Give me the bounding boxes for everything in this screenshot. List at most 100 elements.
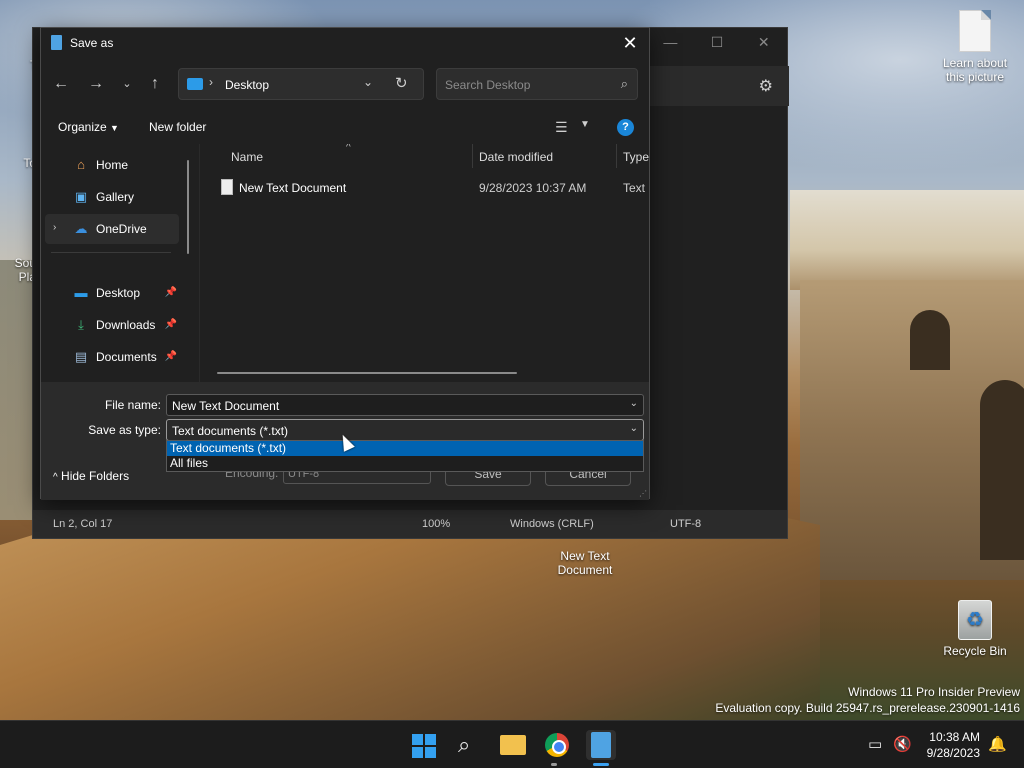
gear-icon[interactable]: ⚙ [759,76,773,96]
desktop-icon-partial[interactable]: To [0,156,36,170]
refresh-icon[interactable]: ↻ [395,74,408,92]
desktop-icon-label: Recycle Bin [943,644,1007,658]
address-bar[interactable]: › Desktop ⌄ ↻ [178,68,424,100]
nav-divider [51,252,171,253]
window-caption-buttons: — ☐ ✕ [647,28,787,58]
search-icon[interactable]: ⌕ [458,732,470,758]
desktop-icon-label: Learn about this picture [942,56,1008,84]
file-row[interactable]: New Text Document 9/28/2023 10:37 AM Tex… [215,176,649,200]
pin-icon: 📌 [164,287,177,298]
file-name-value: New Text Document [172,399,280,413]
system-clock[interactable]: 10:38 AM 9/28/2023 [916,729,980,761]
close-icon[interactable]: ✕ [619,32,641,54]
desktop-icon-partial[interactable]: Sou Pla [0,256,36,284]
save-as-dialog: Save as ✕ ← → ⌄ ↑ › Desktop ⌄ ↻ Search D… [40,27,650,500]
wallpaper-bridge [800,280,1024,580]
chevron-down-icon[interactable]: ▼ [580,119,590,130]
file-icon [959,10,991,52]
desktop-icon: ▬ [74,285,88,300]
search-placeholder: Search Desktop [445,78,531,92]
running-indicator [551,763,557,766]
notepad-icon [51,35,62,50]
close-button[interactable]: ✕ [740,28,787,58]
bridge-arch [910,310,950,370]
column-divider[interactable] [472,144,473,168]
desktop-icon-new-text-document[interactable]: New Text Document [548,549,622,577]
nav-item-home[interactable]: ⌂ Home [45,150,179,180]
chevron-up-icon: ^ [53,472,58,483]
nav-pane-scrollbar[interactable] [187,160,189,254]
chevron-right-icon[interactable]: › [53,222,56,233]
status-line-ending: Windows (CRLF) [510,518,594,530]
maximize-button[interactable]: ☐ [694,28,741,58]
notepad-icon[interactable] [591,732,611,758]
resize-grip-icon[interactable]: ⋰ [639,489,647,498]
recent-locations-chevron-icon[interactable]: ⌄ [116,72,138,96]
save-type-select[interactable]: Text documents (*.txt) ⌄ [166,419,644,441]
notification-bell-icon[interactable]: 🔔 [988,735,1007,753]
volume-muted-icon[interactable]: 🔇 [893,735,912,753]
search-input[interactable]: Search Desktop ⌕ [436,68,638,100]
dropdown-option[interactable]: All files [167,456,643,471]
help-icon[interactable]: ? [617,119,634,136]
document-icon: ▤ [74,349,88,364]
pin-icon: 📌 [164,319,177,330]
dialog-title: Save as [70,36,114,50]
file-name-label: File name: [104,398,161,412]
pane-divider[interactable] [199,144,200,382]
column-divider[interactable] [616,144,617,168]
chrome-icon[interactable] [545,733,569,757]
file-name-field[interactable]: New Text Document ⌄ [166,394,644,416]
desktop-icon-learn[interactable]: Learn about this picture [938,10,1012,84]
nav-item-onedrive[interactable]: › ☁ OneDrive [45,214,179,244]
recycle-bin-icon: ♻ [958,600,992,640]
wallpaper-town [790,190,1024,290]
command-bar: Organize ▼ New folder ☰ ▼ [41,112,649,142]
watermark-line: Windows 11 Pro Insider Preview [848,685,1020,699]
status-zoom: 100% [422,518,451,530]
nav-item-downloads[interactable]: ⤓ Downloads 📌 [45,310,179,340]
breadcrumb-separator-icon: › [209,75,213,89]
file-explorer-icon[interactable] [500,735,526,755]
taskbar: ⌕ ▭ 🔇 10:38 AM 9/28/2023 🔔 [0,720,1024,768]
clock-time: 10:38 AM [929,730,980,744]
desktop-icon-label: New Text Document [557,549,613,577]
nav-item-desktop[interactable]: ▬ Desktop 📌 [45,278,179,308]
address-dropdown-chevron-icon[interactable]: ⌄ [363,75,373,89]
cloud-icon: ☁ [74,221,88,236]
nav-item-label: Desktop [96,286,141,300]
nav-item-label: OneDrive [96,222,147,236]
back-arrow-icon[interactable]: ← [50,72,72,96]
new-folder-button[interactable]: New folder [149,120,206,134]
chevron-down-icon[interactable]: ⌄ [630,398,638,409]
network-icon[interactable]: ▭ [868,735,882,753]
organize-button[interactable]: Organize ▼ [58,120,119,134]
breadcrumb-location[interactable]: Desktop [225,78,269,92]
column-header-date[interactable]: Date modified [479,150,553,164]
chevron-down-icon: ▼ [110,123,119,133]
status-encoding: UTF-8 [670,518,702,530]
view-options-icon[interactable]: ☰ [555,119,568,136]
start-icon[interactable] [412,734,436,758]
file-name: New Text Document [239,181,347,195]
chevron-down-icon[interactable]: ⌄ [630,423,638,434]
watermark-line: Evaluation copy. Build 25947.rs_prerelea… [715,701,1020,715]
download-icon: ⤓ [78,317,84,332]
organize-label: Organize [58,120,107,134]
horizontal-scrollbar[interactable] [217,372,517,374]
dropdown-option[interactable]: Text documents (*.txt) [167,441,643,456]
bridge-arch [980,380,1024,560]
sort-ascending-icon: ^ [346,144,351,153]
nav-item-gallery[interactable]: ▣ Gallery [45,182,179,212]
hide-folders-button[interactable]: ^ Hide Folders [53,469,129,483]
nav-item-documents[interactable]: ▤ Documents 📌 [45,342,179,372]
column-header-type[interactable]: Type [623,150,649,164]
minimize-button[interactable]: — [647,28,694,58]
forward-arrow-icon[interactable]: → [85,72,107,96]
desktop-folder-icon [187,78,203,90]
desktop-icon-recycle-bin[interactable]: ♻ Recycle Bin [938,600,1012,658]
up-arrow-icon[interactable]: ↑ [144,72,166,96]
column-header-name[interactable]: Name [231,150,263,164]
navigation-bar: ← → ⌄ ↑ › Desktop ⌄ ↻ Search Desktop ⌕ [41,66,649,102]
nav-item-label: Documents [96,350,157,364]
